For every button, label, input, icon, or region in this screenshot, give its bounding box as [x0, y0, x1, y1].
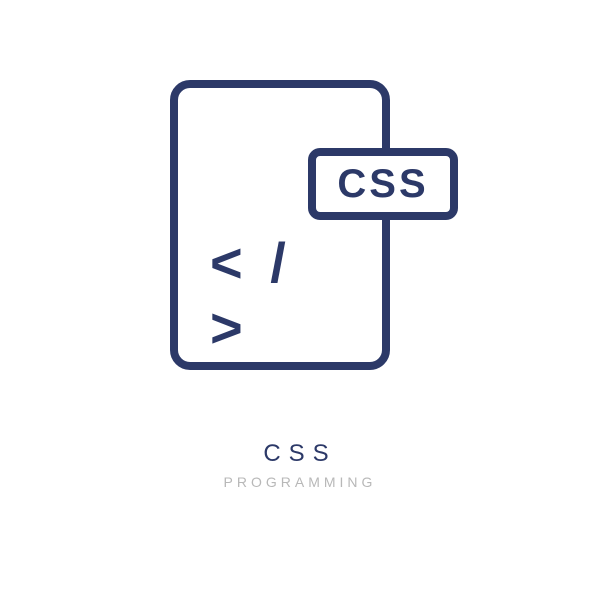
- caption-subtitle: PROGRAMMING: [224, 474, 377, 490]
- icon-caption: CSS PROGRAMMING: [224, 440, 377, 490]
- css-file-icon: CSS < / >: [170, 80, 430, 410]
- file-type-badge: CSS: [308, 148, 458, 220]
- code-brackets-icon: < / >: [210, 230, 350, 360]
- caption-title: CSS: [224, 440, 377, 468]
- badge-label: CSS: [337, 162, 428, 207]
